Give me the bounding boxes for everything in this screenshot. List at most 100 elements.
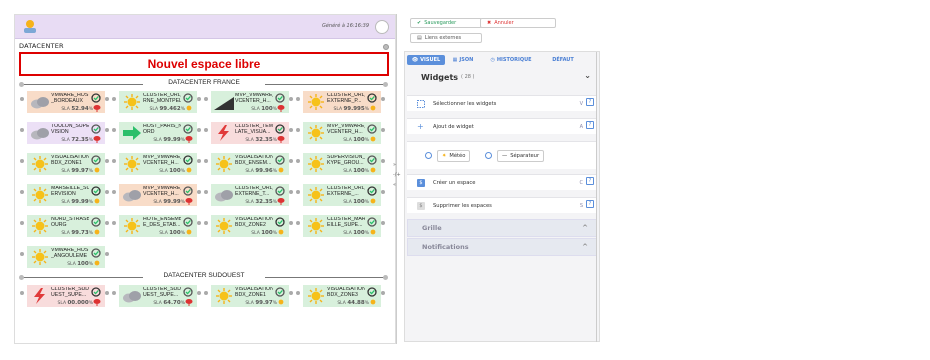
separator-handle-left-icon[interactable] bbox=[19, 82, 24, 87]
widget-handle-right-icon[interactable] bbox=[105, 252, 109, 256]
datacenter-settings-icon[interactable] bbox=[383, 44, 389, 50]
widget-handle-left-icon[interactable] bbox=[204, 221, 208, 225]
widget-handle-right-icon[interactable] bbox=[197, 221, 201, 225]
widget-handle-left-icon[interactable] bbox=[20, 221, 24, 225]
weather-widget[interactable]: SUPERVISION_S KYPE_GROU... SLA 100% bbox=[295, 153, 387, 175]
widget-handle-left-icon[interactable] bbox=[296, 221, 300, 225]
widget-handle-right-icon[interactable] bbox=[381, 190, 385, 194]
weather-widget[interactable]: MVP_VMWARE_ VCENTER_H... SLA 99.99% bbox=[111, 184, 203, 206]
widget-handle-left-icon[interactable] bbox=[20, 159, 24, 163]
widget-handle-right-icon[interactable] bbox=[289, 291, 293, 295]
weather-widget[interactable]: VISUALISATION_ BDX_ZONE3 SLA 44.88% bbox=[295, 285, 387, 307]
widget-handle-left-icon[interactable] bbox=[296, 291, 300, 295]
panel-scrollbar[interactable] bbox=[596, 52, 597, 342]
widget-handle-left-icon[interactable] bbox=[112, 97, 116, 101]
weather-widget[interactable]: CLUSTER_URL_EXTE RNE_MONTPELIER SLA 99.46… bbox=[111, 91, 203, 113]
weather-widget[interactable]: MVP_VMWARE_ VCENTER_H... SLA 100% bbox=[203, 91, 295, 113]
help-icon[interactable]: ? bbox=[586, 98, 594, 106]
widget-handle-left-icon[interactable] bbox=[112, 128, 116, 132]
weather-widget[interactable]: CLUSTER_TEMP LATE_VISUA... SLA 32.35% bbox=[203, 122, 295, 144]
widget-handle-left-icon[interactable] bbox=[20, 190, 24, 194]
free-space-zone[interactable]: Nouvel espace libre bbox=[19, 52, 389, 76]
expand-button[interactable]: » bbox=[393, 162, 401, 168]
zoom-button[interactable]: -/+ bbox=[393, 172, 401, 178]
widget-handle-left-icon[interactable] bbox=[204, 97, 208, 101]
radio-separateur[interactable] bbox=[485, 152, 492, 159]
widget-handle-left-icon[interactable] bbox=[112, 291, 116, 295]
collapse-button[interactable]: « bbox=[393, 182, 401, 188]
cancel-button[interactable]: ✖ Annuler bbox=[480, 18, 556, 28]
widget-handle-right-icon[interactable] bbox=[381, 128, 385, 132]
widget-handle-left-icon[interactable] bbox=[112, 221, 116, 225]
save-button[interactable]: ✔ Sauvegarder bbox=[410, 18, 482, 28]
widget-handle-right-icon[interactable] bbox=[197, 97, 201, 101]
widget-handle-right-icon[interactable] bbox=[197, 159, 201, 163]
weather-widget[interactable]: MVP_VMWARE_ VCENTER_H... SLA 100% bbox=[295, 122, 387, 144]
widget-handle-left-icon[interactable] bbox=[296, 190, 300, 194]
widget-handle-left-icon[interactable] bbox=[20, 128, 24, 132]
help-icon[interactable]: ? bbox=[586, 121, 594, 129]
weather-widget[interactable]: MARSEILLE_SUP ERVISION SLA 99.99% bbox=[19, 184, 111, 206]
widget-handle-left-icon[interactable] bbox=[112, 190, 116, 194]
widget-handle-right-icon[interactable] bbox=[105, 190, 109, 194]
option-meteo[interactable]: ✷ Météo bbox=[437, 150, 471, 162]
weather-widget[interactable]: TOULON_SUPER VISION SLA 72.35% bbox=[19, 122, 111, 144]
widget-handle-right-icon[interactable] bbox=[381, 221, 385, 225]
weather-widget[interactable]: VISUALISATION_ BDX_ZONE1 SLA 99.97% bbox=[19, 153, 111, 175]
widget-handle-right-icon[interactable] bbox=[105, 159, 109, 163]
add-widget-row[interactable]: + Ajout de widget A ? bbox=[407, 118, 597, 134]
weather-widget[interactable]: VMWARE_HOST _BORDEAUX SLA 52.94% bbox=[19, 91, 111, 113]
widget-handle-right-icon[interactable] bbox=[289, 159, 293, 163]
weather-widget[interactable]: CLUSTER_URL_ EXTERNE_... SLA 100% bbox=[295, 184, 387, 206]
separator-handle-right-icon[interactable] bbox=[383, 82, 388, 87]
widget-handle-left-icon[interactable] bbox=[112, 159, 116, 163]
refresh-button[interactable] bbox=[375, 20, 389, 34]
widget-handle-left-icon[interactable] bbox=[296, 159, 300, 163]
widget-handle-left-icon[interactable] bbox=[204, 128, 208, 132]
widget-handle-right-icon[interactable] bbox=[197, 291, 201, 295]
separator-sudouest[interactable]: DATACENTER SUDOUEST bbox=[19, 272, 389, 281]
widget-handle-right-icon[interactable] bbox=[105, 97, 109, 101]
weather-widget[interactable]: VMWARE_HOST _ANGOULEME SLA 100% bbox=[19, 246, 111, 268]
external-links-button[interactable]: ▤ Liens externes bbox=[410, 33, 482, 43]
option-separateur[interactable]: — Séparateur bbox=[497, 150, 545, 162]
widget-handle-right-icon[interactable] bbox=[105, 128, 109, 132]
tab-historique[interactable]: ◷ HISTORIQUE bbox=[481, 55, 541, 65]
widget-handle-right-icon[interactable] bbox=[289, 221, 293, 225]
weather-widget[interactable]: VISUALISATION_ BDX_ENSEM... SLA 99.96% bbox=[203, 153, 295, 175]
help-icon[interactable]: ? bbox=[586, 200, 594, 208]
weather-widget[interactable]: HOTE_ENSEMBL E_DES_ETAB... SLA 100% bbox=[111, 215, 203, 237]
select-widgets-row[interactable]: Sélectionner les widgets V ? bbox=[407, 95, 597, 111]
widget-handle-right-icon[interactable] bbox=[105, 291, 109, 295]
delete-spaces-row[interactable]: $ Supprimer les espaces S ? bbox=[407, 197, 597, 213]
radio-meteo[interactable] bbox=[425, 152, 432, 159]
help-icon[interactable]: ? bbox=[586, 177, 594, 185]
widget-handle-left-icon[interactable] bbox=[20, 291, 24, 295]
weather-widget[interactable]: CLUSTER_URL_ EXTERNE_T... SLA 32.35% bbox=[203, 184, 295, 206]
widget-handle-right-icon[interactable] bbox=[197, 190, 201, 194]
widget-handle-right-icon[interactable] bbox=[381, 159, 385, 163]
weather-widget[interactable]: VISUALISATION_ BDX_ZONE2 SLA 100% bbox=[203, 215, 295, 237]
tab-json[interactable]: ▦ JSON bbox=[445, 55, 481, 65]
widget-handle-left-icon[interactable] bbox=[204, 190, 208, 194]
widget-handle-right-icon[interactable] bbox=[289, 128, 293, 132]
tab-visuel[interactable]: 👁 VISUEL bbox=[407, 55, 445, 65]
tab-defaut[interactable]: DÉFAUT bbox=[541, 55, 585, 65]
widget-handle-left-icon[interactable] bbox=[20, 97, 24, 101]
weather-widget[interactable]: CLUSTER_SUDO UEST_SUPE... SLA 64.70% bbox=[111, 285, 203, 307]
weather-widget[interactable]: CLUSTER_SUDO UEST_SUPE... SLA 00.000% bbox=[19, 285, 111, 307]
weather-widget[interactable]: CLUSTER_MARS EILLE_SUPE... SLA 100% bbox=[295, 215, 387, 237]
weather-widget[interactable]: CLUSTER_URL_ EXTERNE_P... SLA 99.995% bbox=[295, 91, 387, 113]
create-space-row[interactable]: $ Créer un espace C ? bbox=[407, 174, 597, 190]
widget-handle-left-icon[interactable] bbox=[296, 97, 300, 101]
widget-handle-left-icon[interactable] bbox=[204, 159, 208, 163]
widget-handle-left-icon[interactable] bbox=[204, 291, 208, 295]
accordion-grille[interactable]: Grille ^ bbox=[407, 219, 597, 237]
weather-widget[interactable]: VISUALISATION_ BDX_ZONE1 SLA 99.97% bbox=[203, 285, 295, 307]
separator-handle-left-icon[interactable] bbox=[19, 275, 24, 280]
separator-france[interactable]: DATACENTER FRANCE bbox=[19, 79, 389, 88]
accordion-notifications[interactable]: Notifications ^ bbox=[407, 238, 597, 256]
weather-widget[interactable]: NORD_STRASB OURG SLA 99.73% bbox=[19, 215, 111, 237]
widget-handle-right-icon[interactable] bbox=[105, 221, 109, 225]
widget-handle-left-icon[interactable] bbox=[296, 128, 300, 132]
